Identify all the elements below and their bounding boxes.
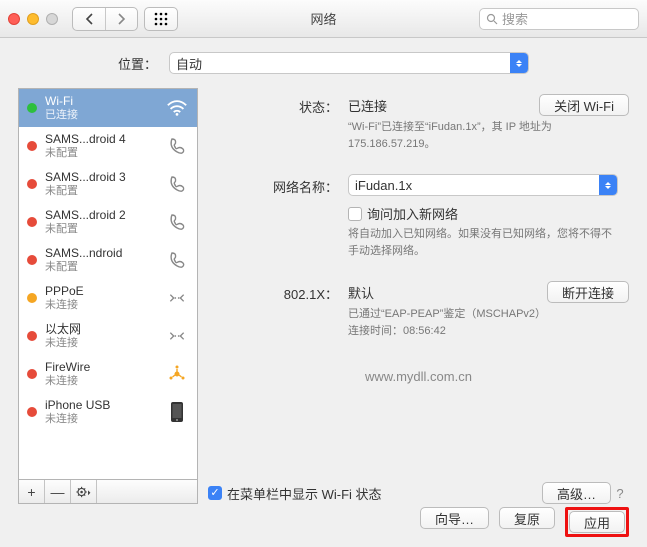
dot1x-value: 默认 <box>348 283 374 302</box>
status-dot-icon <box>27 293 37 303</box>
interface-sub: 未连接 <box>45 375 157 388</box>
phone-icon <box>165 172 189 196</box>
interface-sub: 未连接 <box>45 337 157 350</box>
status-dot-icon <box>27 217 37 227</box>
ask-join-checkbox[interactable] <box>348 207 362 221</box>
network-name-label: 网络名称： <box>208 174 348 259</box>
interface-name: SAMS...droid 3 <box>45 170 157 184</box>
bottom-bar: 向导… 复原 应用 <box>18 507 629 537</box>
interface-sub: 已连接 <box>45 109 157 122</box>
interface-name: FireWire <box>45 360 157 374</box>
interface-sub: 未连接 <box>45 413 157 426</box>
apply-highlight: 应用 <box>565 507 629 537</box>
chevron-updown-icon <box>599 175 617 195</box>
firewire-icon <box>165 362 189 386</box>
interface-sub: 未配置 <box>45 185 157 198</box>
status-dot-icon <box>27 141 37 151</box>
site-watermark: www.mydll.com.cn <box>208 369 629 384</box>
phone-icon <box>165 210 189 234</box>
detail-pane: 状态： 已连接 关闭 Wi-Fi “Wi-Fi”已连接至“iFudan.1x”，… <box>208 88 629 504</box>
disconnect-button[interactable]: 断开连接 <box>547 281 629 303</box>
interface-sub: 未连接 <box>45 299 157 312</box>
status-dot-icon <box>27 103 37 113</box>
sidebar-item-7[interactable]: FireWire未连接 <box>19 355 197 393</box>
status-label: 状态： <box>208 94 348 152</box>
help-button[interactable]: ? <box>611 486 629 501</box>
interface-sidebar: Wi-Fi已连接SAMS...droid 4未配置SAMS...droid 3未… <box>18 88 198 480</box>
remove-interface-button[interactable]: — <box>45 480 71 503</box>
dot1x-label: 802.1X： <box>208 281 348 339</box>
location-row: 位置： 自动 <box>0 38 647 88</box>
wifi-icon <box>165 96 189 120</box>
apply-button[interactable]: 应用 <box>569 511 625 533</box>
network-name-select[interactable]: iFudan.1x <box>348 174 618 196</box>
search-icon <box>486 13 498 25</box>
sidebar-item-8[interactable]: iPhone USB未连接 <box>19 393 197 431</box>
wizard-button[interactable]: 向导… <box>420 507 489 529</box>
sidebar-item-5[interactable]: PPPoE未连接 <box>19 279 197 317</box>
location-select[interactable]: 自动 <box>169 52 529 74</box>
ethernet-icon <box>165 324 189 348</box>
search-placeholder: 搜索 <box>502 9 528 28</box>
advanced-button[interactable]: 高级… <box>542 482 611 504</box>
interface-sub: 未配置 <box>45 261 157 274</box>
status-dot-icon <box>27 331 37 341</box>
interface-sub: 未配置 <box>45 147 157 160</box>
location-label: 位置： <box>118 54 157 73</box>
interface-name: SAMS...ndroid <box>45 246 157 260</box>
sidebar-item-6[interactable]: 以太网未连接 <box>19 317 197 355</box>
ethernet-icon <box>165 286 189 310</box>
nav-segment <box>72 7 138 31</box>
show-all-button[interactable] <box>144 7 178 31</box>
sidebar-item-1[interactable]: SAMS...droid 4未配置 <box>19 127 197 165</box>
phone-icon <box>165 134 189 158</box>
traffic-lights <box>8 13 58 25</box>
interface-name: 以太网 <box>45 322 157 336</box>
interface-name: SAMS...droid 4 <box>45 132 157 146</box>
close-window-button[interactable] <box>8 13 20 25</box>
sidebar-item-2[interactable]: SAMS...droid 3未配置 <box>19 165 197 203</box>
status-dot-icon <box>27 255 37 265</box>
sidebar-item-3[interactable]: SAMS...droid 2未配置 <box>19 203 197 241</box>
add-interface-button[interactable]: + <box>19 480 45 503</box>
menubar-wifi-checkbox[interactable] <box>208 486 222 500</box>
sidebar-item-4[interactable]: SAMS...ndroid未配置 <box>19 241 197 279</box>
back-button[interactable] <box>73 8 105 30</box>
interface-name: SAMS...droid 2 <box>45 208 157 222</box>
status-dot-icon <box>27 369 37 379</box>
gear-icon <box>76 486 92 498</box>
menubar-wifi-label: 在菜单栏中显示 Wi-Fi 状态 <box>227 484 382 503</box>
interface-actions-button[interactable] <box>71 480 97 503</box>
interface-name: PPPoE <box>45 284 157 298</box>
interface-name: iPhone USB <box>45 398 157 412</box>
search-field[interactable]: 搜索 <box>479 8 639 30</box>
location-value: 自动 <box>176 54 202 73</box>
zoom-window-button[interactable] <box>46 13 58 25</box>
interface-sub: 未配置 <box>45 223 157 236</box>
chevron-updown-icon <box>510 53 528 73</box>
status-dot-icon <box>27 179 37 189</box>
sidebar-footer: + — <box>18 480 198 504</box>
dot1x-desc: 已通过“EAP-PEAP”鉴定（MSCHAPv2） 连接时间：08:56:42 <box>348 306 618 339</box>
wifi-off-button[interactable]: 关闭 Wi-Fi <box>539 94 629 116</box>
forward-button[interactable] <box>105 8 137 30</box>
sidebar-item-0[interactable]: Wi-Fi已连接 <box>19 89 197 127</box>
network-name-value: iFudan.1x <box>355 178 412 193</box>
ask-join-desc: 将自动加入已知网络。如果没有已知网络，您将不得不手动选择网络。 <box>348 226 618 259</box>
status-dot-icon <box>27 407 37 417</box>
revert-button[interactable]: 复原 <box>499 507 555 529</box>
minimize-window-button[interactable] <box>27 13 39 25</box>
status-value: 已连接 <box>348 96 387 115</box>
toolbar: 网络 搜索 <box>0 0 647 38</box>
iphone-icon <box>165 400 189 424</box>
ask-join-label: 询问加入新网络 <box>367 204 458 223</box>
phone-icon <box>165 248 189 272</box>
interface-name: Wi-Fi <box>45 94 157 108</box>
status-desc: “Wi-Fi”已连接至“iFudan.1x”，其 IP 地址为 175.186.… <box>348 119 618 152</box>
